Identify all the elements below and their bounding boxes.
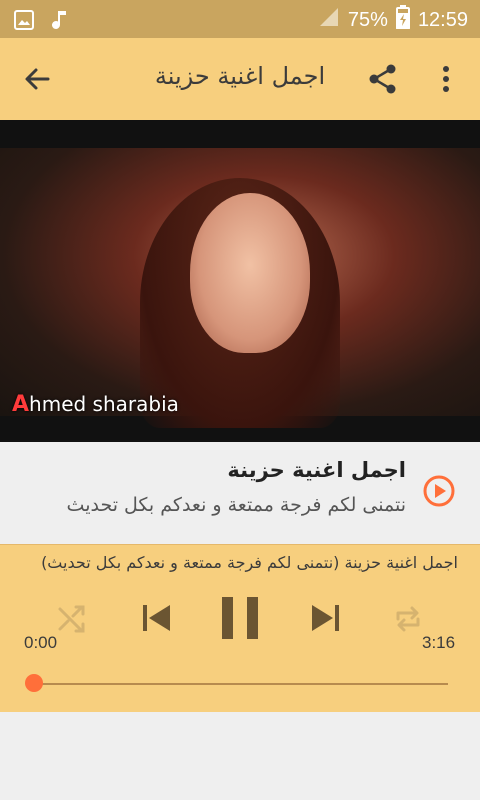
page-title: اجمل اغنية حزينة — [154, 62, 326, 90]
status-bar: 75% 12:59 — [0, 0, 480, 38]
gallery-icon — [14, 10, 34, 34]
video-watermark: Ahmed sharabia — [12, 392, 179, 417]
play-circle-icon[interactable] — [422, 474, 456, 512]
empty-area — [0, 712, 480, 800]
now-playing-text: اجمل اغنية حزينة (نتمنى لكم فرجة ممتعة و… — [41, 553, 458, 572]
seek-thumb[interactable] — [25, 674, 43, 692]
video-player[interactable]: Ahmed sharabia — [0, 120, 480, 442]
skip-previous-icon[interactable] — [140, 601, 174, 639]
share-icon[interactable] — [366, 62, 400, 96]
music-note-icon — [52, 9, 68, 35]
track-description: نتمنى لكم فرجة ممتعة و نعدكم بكل تحديث — [66, 494, 406, 516]
watermark-initial: A — [12, 392, 30, 417]
signal-icon — [318, 6, 340, 34]
clock: 12:59 — [417, 8, 468, 31]
pause-icon[interactable] — [220, 595, 260, 645]
repeat-icon[interactable] — [392, 603, 424, 639]
video-frame — [0, 148, 480, 428]
current-time: 0:00 — [24, 633, 58, 652]
duration-time: 3:16 — [422, 633, 456, 652]
video-subject-face — [190, 193, 310, 353]
more-vertical-icon[interactable] — [434, 62, 458, 96]
track-list-item[interactable]: اجمل اغنية حزينة نتمنى لكم فرجة ممتعة و … — [0, 442, 480, 542]
track-title: اجمل اغنية حزينة — [227, 458, 406, 482]
battery-level: 75% — [347, 8, 388, 31]
skip-next-icon[interactable] — [308, 601, 342, 639]
battery-charging-icon — [395, 5, 410, 35]
app-bar: اجمل اغنية حزينة — [0, 38, 480, 120]
watermark-text: hmed sharabia — [29, 392, 179, 416]
seek-bar[interactable] — [34, 683, 448, 685]
player-panel: اجمل اغنية حزينة (نتمنى لكم فرجة ممتعة و… — [0, 544, 480, 713]
shuffle-icon[interactable] — [56, 603, 88, 639]
